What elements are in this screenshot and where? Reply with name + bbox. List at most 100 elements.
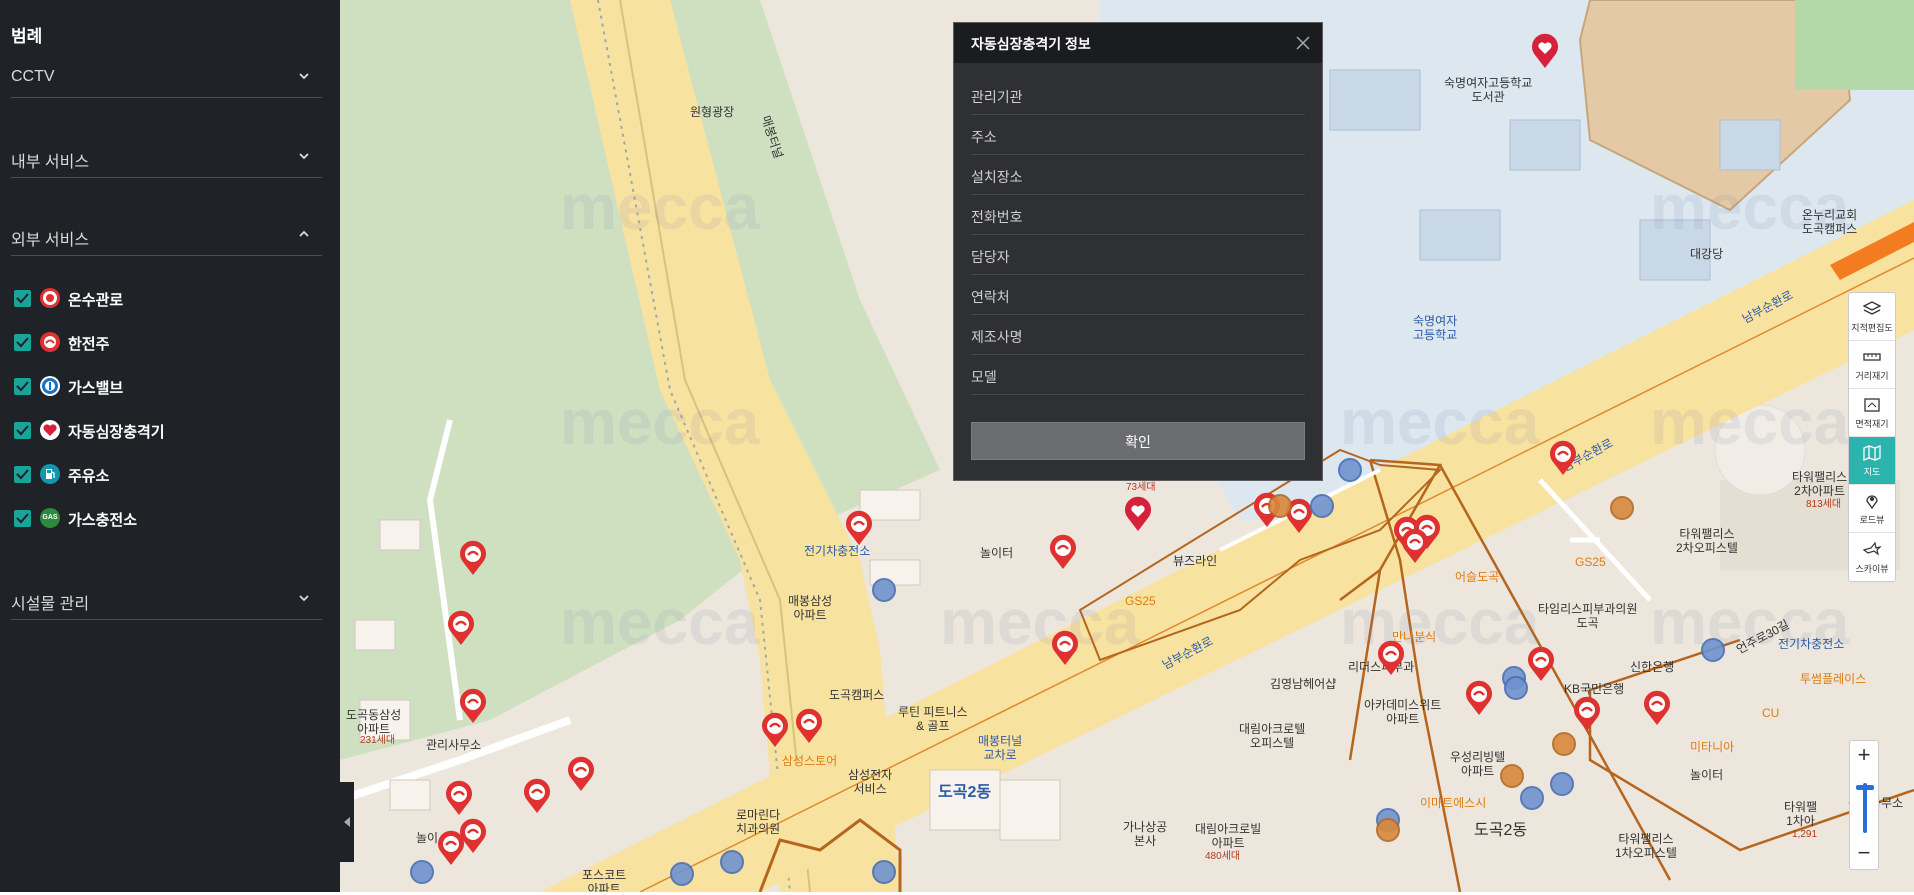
legend-item-gas-charging[interactable]: GAS 가스충전소 bbox=[14, 508, 314, 530]
checkbox[interactable] bbox=[14, 466, 31, 483]
map-view-button[interactable]: 지도 bbox=[1849, 437, 1895, 485]
confirm-button[interactable]: 확인 bbox=[971, 422, 1305, 460]
map-label: 타워팰 1차아 bbox=[1784, 800, 1818, 828]
checkbox[interactable] bbox=[14, 290, 31, 307]
gas-valve-marker[interactable] bbox=[872, 860, 896, 884]
aed-marker[interactable] bbox=[1123, 496, 1153, 532]
sidebar-collapse-button[interactable] bbox=[340, 782, 354, 862]
kepco-pole-icon bbox=[40, 332, 60, 352]
gas-valve-marker[interactable] bbox=[670, 862, 694, 886]
legend-label: 가스밸브 bbox=[68, 380, 124, 397]
field-label: 주소 bbox=[971, 129, 997, 145]
measure-area-button[interactable]: 면적재기 bbox=[1849, 389, 1895, 437]
gas-valve-marker[interactable] bbox=[872, 578, 896, 602]
watermark: mecca bbox=[560, 171, 760, 243]
map-label: 김영남헤어샵 bbox=[1270, 677, 1337, 691]
hot-water-marker[interactable] bbox=[1500, 764, 1524, 788]
legend-item-hot-water-pipe[interactable]: 온수관로 bbox=[14, 288, 314, 310]
chevron-up-icon bbox=[299, 230, 309, 237]
legend-title: 범례 bbox=[11, 27, 43, 46]
section-facility-management[interactable]: 시설물 관리 bbox=[11, 590, 322, 620]
kepco-marker[interactable] bbox=[1376, 640, 1406, 676]
legend-item-kepco-pole[interactable]: 한전주 bbox=[14, 332, 314, 354]
roadview-button[interactable]: 로드뷰 bbox=[1849, 485, 1895, 533]
zoom-slider-track[interactable] bbox=[1863, 783, 1867, 833]
checkbox[interactable] bbox=[14, 510, 31, 527]
toolbar-label: 로드뷰 bbox=[1859, 515, 1885, 525]
gas-valve-marker[interactable] bbox=[1550, 772, 1574, 796]
kepco-marker[interactable] bbox=[522, 778, 552, 814]
map-label: GS25 bbox=[1125, 594, 1156, 608]
legend-item-aed[interactable]: 자동심장충격기 bbox=[14, 420, 314, 442]
aed-marker[interactable] bbox=[1530, 33, 1560, 69]
kepco-marker[interactable] bbox=[444, 780, 474, 816]
map-label: 투썸플레이스 bbox=[1800, 672, 1867, 686]
map-toolbar: 지적편집도 거리재기 면적재기 지도 로드뷰 스카이뷰 bbox=[1848, 292, 1896, 582]
zoom-control: + − bbox=[1849, 740, 1879, 870]
kepco-marker[interactable] bbox=[1048, 534, 1078, 570]
kepco-marker[interactable] bbox=[446, 610, 476, 646]
toolbar-label: 지적편집도 bbox=[1851, 323, 1893, 333]
field-row-manufacturer: 제조사명 bbox=[971, 315, 1305, 355]
layers-icon bbox=[1862, 301, 1882, 315]
kepco-marker[interactable] bbox=[436, 830, 466, 866]
field-label: 관리기관 bbox=[971, 89, 1023, 105]
checkbox[interactable] bbox=[14, 422, 31, 439]
kepco-marker[interactable] bbox=[760, 712, 790, 748]
zoom-slider-handle[interactable] bbox=[1856, 785, 1874, 790]
kepco-marker[interactable] bbox=[1572, 696, 1602, 732]
skyview-icon bbox=[1862, 541, 1882, 556]
map-label: 도곡캠퍼스 bbox=[829, 688, 885, 702]
gas-valve-marker[interactable] bbox=[1504, 676, 1528, 700]
hot-water-marker[interactable] bbox=[1610, 496, 1634, 520]
legend-label: 주유소 bbox=[68, 468, 110, 485]
checkbox[interactable] bbox=[14, 334, 31, 351]
close-icon[interactable] bbox=[1294, 34, 1312, 52]
dialog-title: 자동심장충격기 정보 bbox=[971, 36, 1091, 52]
hot-water-marker[interactable] bbox=[1268, 494, 1292, 518]
map-label: 도곡2동 bbox=[1474, 822, 1528, 839]
chevron-left-icon bbox=[344, 817, 350, 827]
gas-valve-marker[interactable] bbox=[410, 860, 434, 884]
section-internal-services[interactable]: 내부 서비스 bbox=[11, 148, 322, 178]
cadastral-map-button[interactable]: 지적편집도 bbox=[1849, 293, 1895, 341]
kepco-marker[interactable] bbox=[794, 708, 824, 744]
kepco-marker[interactable] bbox=[1050, 630, 1080, 666]
kepco-marker[interactable] bbox=[1548, 440, 1578, 476]
gas-valve-marker[interactable] bbox=[1310, 494, 1334, 518]
section-cctv[interactable]: CCTV bbox=[11, 68, 322, 98]
gas-valve-marker[interactable] bbox=[720, 850, 744, 874]
hot-water-marker[interactable] bbox=[1552, 732, 1576, 756]
map-label: 삼성전자 서비스 bbox=[848, 768, 893, 796]
watermark: mecca bbox=[560, 386, 760, 458]
chevron-down-icon bbox=[299, 153, 309, 160]
field-row-address: 주소 bbox=[971, 115, 1305, 155]
kepco-marker[interactable] bbox=[1526, 646, 1556, 682]
gas-valve-marker[interactable] bbox=[1520, 786, 1544, 810]
map-label: 놀이 bbox=[416, 831, 439, 845]
kepco-marker[interactable] bbox=[1464, 680, 1494, 716]
section-external-services[interactable]: 외부 서비스 bbox=[11, 226, 322, 256]
legend-item-gas-valve[interactable]: 가스밸브 bbox=[14, 376, 314, 398]
measure-distance-button[interactable]: 거리재기 bbox=[1849, 341, 1895, 389]
kepco-marker[interactable] bbox=[566, 756, 596, 792]
map-label: 이마트에스시 bbox=[1420, 796, 1487, 810]
hot-water-marker[interactable] bbox=[1376, 818, 1400, 842]
kepco-marker[interactable] bbox=[458, 688, 488, 724]
kepco-marker[interactable] bbox=[844, 510, 874, 546]
dialog-header: 자동심장충격기 정보 bbox=[954, 23, 1322, 63]
checkbox[interactable] bbox=[14, 378, 31, 395]
map-label: 뷰즈라인 bbox=[1173, 554, 1218, 568]
kepco-marker[interactable] bbox=[1642, 690, 1672, 726]
skyview-button[interactable]: 스카이뷰 bbox=[1849, 533, 1895, 581]
zoom-out-button[interactable]: − bbox=[1850, 839, 1878, 869]
toolbar-label: 거리재기 bbox=[1855, 371, 1889, 381]
gas-valve-marker[interactable] bbox=[1701, 638, 1725, 662]
kepco-marker[interactable] bbox=[458, 540, 488, 576]
gas-valve-marker[interactable] bbox=[1338, 458, 1362, 482]
map-label: 타워팰리스 2차아파트 bbox=[1792, 470, 1848, 498]
kepco-marker[interactable] bbox=[1400, 528, 1430, 564]
field-row-agency: 관리기관 bbox=[971, 75, 1305, 115]
zoom-in-button[interactable]: + bbox=[1850, 741, 1878, 771]
legend-item-gas-station[interactable]: 주유소 bbox=[14, 464, 314, 486]
